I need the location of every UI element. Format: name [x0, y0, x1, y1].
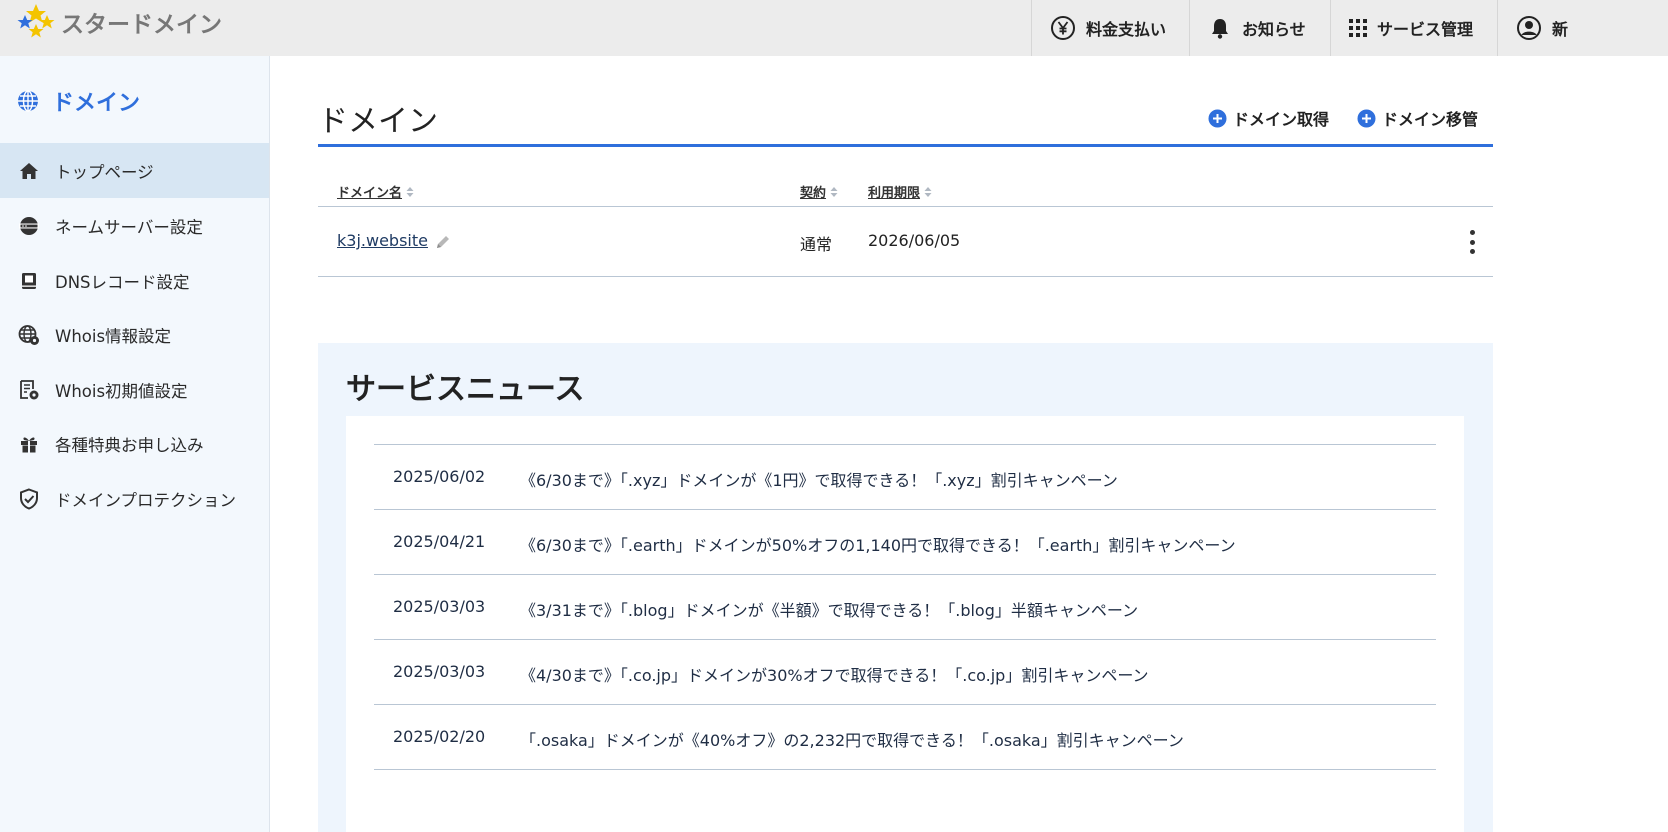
nav-service-management[interactable]: サービス管理 [1330, 0, 1498, 56]
news-title: サービスニュース [346, 372, 585, 407]
table-header-divider [318, 206, 1493, 207]
news-divider [374, 509, 1436, 510]
nav-account[interactable]: 新 [1497, 0, 1668, 56]
sidebar-item-benefits[interactable]: 各種特典お申し込み [0, 416, 269, 471]
pencil-icon[interactable] [434, 233, 452, 255]
table-cell-contract: 通常 [800, 235, 833, 254]
table-row-domain[interactable]: k3j.website [337, 231, 428, 250]
domain-acquire-label: ドメイン取得 [1233, 110, 1330, 129]
news-link[interactable]: 《6/30まで》「.xyz」ドメインが《1円》で取得できる！「.xyz」割引キャ… [520, 467, 1118, 491]
nav-notifications[interactable]: お知らせ [1189, 0, 1331, 56]
gift-icon [18, 434, 40, 454]
shield-check-icon [18, 487, 40, 510]
news-divider [374, 704, 1436, 705]
domain-transfer-button[interactable]: ドメイン移管 [1357, 106, 1478, 130]
column-header-contract[interactable]: 契約 [800, 182, 838, 201]
sidebar-item-top-page[interactable]: トップページ [0, 143, 269, 198]
title-divider [318, 144, 1493, 147]
table-cell-expiry: 2026/06/05 [868, 231, 961, 250]
sort-icon [830, 186, 838, 198]
nav-payment-label: 料金支払い [1086, 20, 1167, 39]
sidebar: ドメイン トップページ ネームサーバー設定 DNSレコード設定 Whois情報設… [0, 56, 270, 832]
more-options-icon[interactable] [1462, 228, 1482, 256]
server-globe-icon [18, 216, 40, 236]
sort-icon [406, 186, 414, 198]
nav-notifications-label: お知らせ [1242, 20, 1306, 39]
sidebar-item-label: 各種特典お申し込み [55, 435, 204, 455]
news-divider [374, 574, 1436, 575]
news-date: 2025/02/20 [393, 727, 486, 746]
news-link[interactable]: 「.osaka」ドメインが《40%オフ》の2,232円で取得できる！「.osak… [520, 727, 1184, 751]
yen-icon [1050, 15, 1076, 41]
sort-icon [924, 186, 932, 198]
top-header: スタードメイン 料金支払い お知らせ サービス管理 新 [0, 0, 1668, 56]
sidebar-item-label: Whois情報設定 [55, 326, 172, 346]
sidebar-item-label: DNSレコード設定 [55, 272, 190, 292]
domain-link[interactable]: k3j.website [337, 231, 428, 250]
sidebar-item-nameserver[interactable]: ネームサーバー設定 [0, 198, 269, 253]
user-icon [1516, 15, 1542, 41]
bell-icon [1208, 16, 1232, 40]
nav-account-label: 新 [1552, 20, 1569, 39]
news-divider [374, 444, 1436, 445]
sidebar-item-whois-default[interactable]: Whois初期値設定 [0, 362, 269, 417]
table-row-divider [318, 276, 1493, 277]
column-header-domain[interactable]: ドメイン名 [337, 182, 414, 201]
sidebar-item-domain-protection[interactable]: ドメインプロテクション [0, 471, 269, 526]
site-logo[interactable]: スタードメイン [15, 2, 222, 42]
news-divider [374, 769, 1436, 770]
stars-logo-icon [17, 4, 55, 38]
sidebar-item-label: ネームサーバー設定 [55, 217, 203, 237]
globe-icon [16, 89, 40, 113]
page-title: ドメイン [318, 104, 438, 139]
book-icon [18, 271, 40, 291]
news-link[interactable]: 《6/30まで》「.earth」ドメインが50%オフの1,140円で取得できる！… [520, 532, 1236, 556]
column-header-label: ドメイン名 [337, 186, 403, 201]
news-date: 2025/03/03 [393, 662, 486, 681]
sidebar-item-label: ドメインプロテクション [55, 490, 237, 510]
grid-icon [1349, 19, 1367, 37]
document-gear-icon [18, 379, 40, 401]
plus-circle-icon [1208, 109, 1227, 128]
globe-gear-icon [18, 324, 40, 346]
column-header-label: 利用期限 [868, 186, 921, 201]
home-icon [18, 161, 40, 181]
sidebar-item-whois-info[interactable]: Whois情報設定 [0, 307, 269, 362]
sidebar-item-dns-record[interactable]: DNSレコード設定 [0, 253, 269, 308]
domain-acquire-button[interactable]: ドメイン取得 [1208, 106, 1329, 130]
news-date: 2025/03/03 [393, 597, 486, 616]
sidebar-title[interactable]: ドメイン [16, 86, 140, 116]
sidebar-item-label: トップページ [55, 162, 154, 182]
news-date: 2025/06/02 [393, 467, 486, 486]
news-link[interactable]: 《4/30まで》「.co.jp」ドメインが30%オフで取得できる！「.co.jp… [520, 662, 1149, 686]
sidebar-item-label: Whois初期値設定 [55, 381, 188, 401]
news-date: 2025/04/21 [393, 532, 486, 551]
logo-text: スタードメイン [61, 12, 222, 38]
column-header-label: 契約 [800, 186, 827, 201]
column-header-expiry[interactable]: 利用期限 [868, 182, 932, 201]
nav-payment[interactable]: 料金支払い [1031, 0, 1190, 56]
plus-circle-icon [1357, 109, 1376, 128]
news-divider [374, 639, 1436, 640]
sidebar-title-label: ドメイン [52, 91, 141, 116]
nav-service-management-label: サービス管理 [1377, 20, 1474, 39]
domain-transfer-label: ドメイン移管 [1382, 110, 1479, 129]
news-link[interactable]: 《3/31まで》「.blog」ドメインが《半額》で取得できる！「.blog」半額… [520, 597, 1138, 621]
